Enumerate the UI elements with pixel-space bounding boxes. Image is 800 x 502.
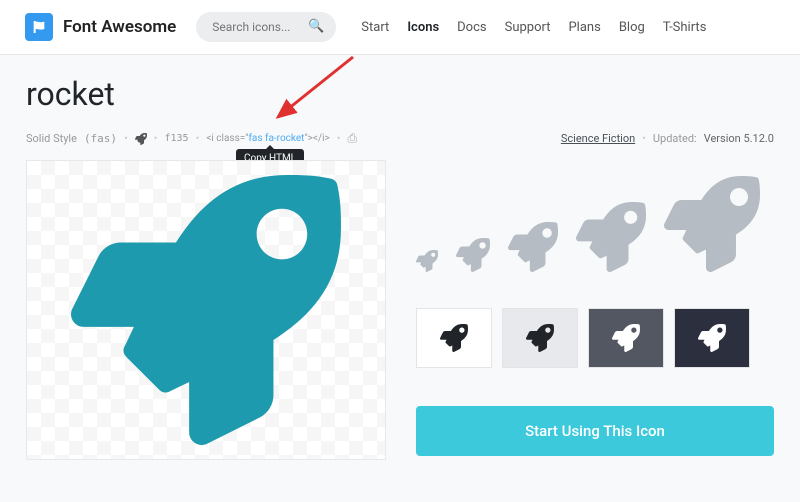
version-text: Version 5.12.0 [704,132,774,145]
category-link[interactable]: Science Fiction [561,132,635,145]
rocket-icon[interactable] [135,133,147,145]
logo-icon[interactable] [25,13,53,41]
color-variants-row [416,308,774,368]
main-nav: Start Icons Docs Support Plans Blog T-Sh… [361,20,706,35]
separator: • [196,132,200,145]
nav-blog[interactable]: Blog [619,20,645,35]
html-snippet[interactable]: <i class="fas fa-rocket"></i> [206,133,329,144]
updated-label: Updated: [653,132,697,145]
start-using-button[interactable]: Start Using This Icon [416,406,774,456]
nav-start[interactable]: Start [361,20,389,35]
size-sm-icon[interactable] [456,238,490,272]
separator: • [154,132,158,145]
style-label: Solid Style [26,132,77,145]
search-box: 🔍 [196,12,336,42]
color-variant-navy[interactable] [674,308,750,368]
size-md-icon[interactable] [508,222,558,272]
separator: • [337,132,341,145]
separator: • [124,132,128,145]
search-icon[interactable]: 🔍 [308,19,324,34]
download-icon[interactable]: ⎙ [347,131,357,146]
size-xs-icon[interactable] [416,250,438,272]
color-variant-lightgray[interactable] [502,308,578,368]
size-scale-row [416,170,774,280]
color-variant-darkgray[interactable] [588,308,664,368]
size-lg-icon[interactable] [576,202,646,272]
icon-preview [26,160,386,460]
nav-support[interactable]: Support [505,20,551,35]
nav-plans[interactable]: Plans [568,20,600,35]
rocket-icon-large [71,175,341,445]
nav-icons[interactable]: Icons [407,20,439,35]
nav-tshirts[interactable]: T-Shirts [663,20,707,35]
page-title: rocket [26,75,774,113]
separator: • [642,132,646,145]
nav-docs[interactable]: Docs [457,20,486,35]
unicode-code[interactable]: f135 [165,133,189,144]
style-code: (fas) [84,132,117,145]
brand-name: Font Awesome [63,17,176,37]
site-header: Font Awesome 🔍 Start Icons Docs Support … [0,0,800,55]
icon-meta-bar: Solid Style (fas) • • f135 • <i class="f… [26,131,774,146]
color-variant-white[interactable] [416,308,492,368]
size-xl-icon[interactable] [664,176,760,272]
